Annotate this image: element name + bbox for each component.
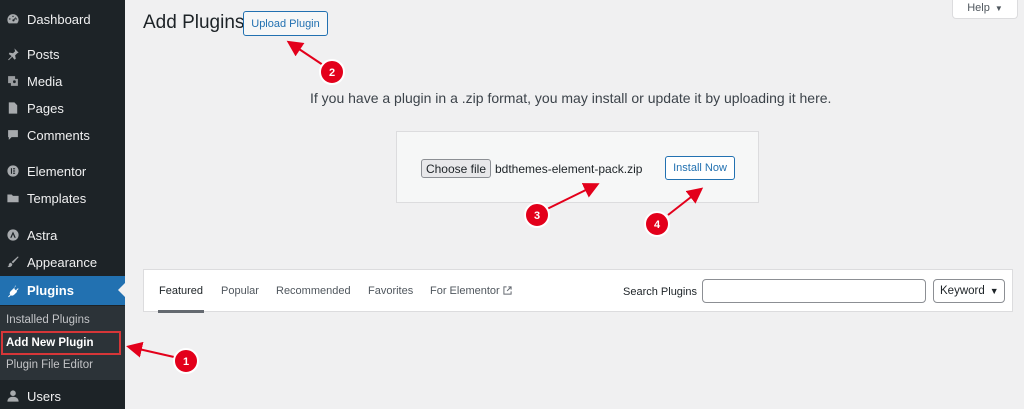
- sidebar-item-templates[interactable]: Templates: [0, 185, 125, 211]
- upload-hint-text: If you have a plugin in a .zip format, y…: [310, 90, 832, 106]
- sidebar-item-users[interactable]: Users: [0, 383, 125, 409]
- tab-favorites[interactable]: Favorites: [368, 285, 413, 297]
- sidebar-item-label: Appearance: [27, 254, 98, 270]
- sidebar-item-label: Comments: [27, 127, 90, 143]
- sidebar-item-appearance[interactable]: Appearance: [0, 249, 125, 275]
- sidebar-item-label: Posts: [27, 46, 60, 62]
- folder-icon: [6, 191, 20, 205]
- page-title: Add Plugins: [143, 12, 245, 33]
- annotation-badge-1: 1: [173, 348, 199, 374]
- external-link-icon: [503, 286, 512, 295]
- tab-for-elementor[interactable]: For Elementor: [430, 285, 512, 297]
- step-number: 3: [534, 210, 540, 222]
- sidebar-item-label: Elementor: [27, 163, 87, 179]
- help-button[interactable]: Help ▼: [952, 0, 1018, 19]
- help-label: Help: [967, 2, 990, 14]
- search-type-select[interactable]: Keyword ▼: [933, 279, 1005, 303]
- sidebar-item-label: Users: [27, 388, 61, 404]
- elementor-icon: [6, 164, 20, 178]
- tab-label: For Elementor: [430, 285, 500, 297]
- annotation-arrow-1: [126, 341, 175, 358]
- annotation-overlay: 1 2 3 4: [126, 40, 704, 374]
- annotation-highlight-box: [1, 331, 121, 355]
- sidebar-item-plugins[interactable]: Plugins: [0, 276, 125, 305]
- selected-file-name: bdthemes-element-pack.zip: [495, 162, 643, 176]
- tab-popular[interactable]: Popular: [221, 285, 259, 297]
- annotation-arrow-2: [286, 40, 324, 66]
- chevron-down-icon: ▼: [989, 286, 999, 296]
- step-number: 4: [654, 219, 661, 231]
- search-type-value: Keyword: [940, 285, 985, 297]
- submenu-item-plugin-file-editor[interactable]: Plugin File Editor: [6, 359, 93, 371]
- sidebar-item-label: Media: [27, 73, 63, 89]
- sidebar-item-media[interactable]: Media: [0, 68, 125, 94]
- sidebar-item-label: Templates: [27, 190, 87, 206]
- submenu-item-installed-plugins[interactable]: Installed Plugins: [6, 314, 90, 326]
- tab-recommended[interactable]: Recommended: [276, 285, 351, 297]
- upload-form: Choose file bdthemes-element-pack.zip In…: [396, 131, 759, 203]
- sidebar-item-comments[interactable]: Comments: [0, 122, 125, 148]
- choose-file-button[interactable]: Choose file: [421, 159, 491, 178]
- annotation-badge-2: 2: [319, 59, 345, 85]
- sidebar-item-dashboard[interactable]: Dashboard: [0, 6, 125, 32]
- sidebar-item-label: Astra: [27, 227, 58, 243]
- sidebar-item-pages[interactable]: Pages: [0, 95, 125, 121]
- sidebar-item-posts[interactable]: Posts: [0, 41, 125, 67]
- comment-icon: [6, 128, 20, 142]
- search-plugins-input[interactable]: [702, 279, 926, 303]
- user-icon: [6, 389, 20, 403]
- plugin-filter-bar: Featured Popular Recommended Favorites F…: [143, 269, 1013, 313]
- tab-featured[interactable]: Featured: [159, 285, 203, 297]
- dashboard-icon: [6, 12, 20, 26]
- sidebar-item-label: Dashboard: [27, 11, 91, 27]
- brush-icon: [6, 255, 20, 269]
- step-number: 2: [329, 67, 335, 79]
- active-indicator: [118, 283, 125, 297]
- caret-down-icon: ▼: [994, 3, 1003, 13]
- sidebar-item-label: Pages: [27, 100, 64, 116]
- upload-plugin-button[interactable]: Upload Plugin: [243, 11, 328, 36]
- annotation-badge-3: 3: [524, 202, 550, 228]
- annotation-badge-4: 4: [644, 211, 670, 237]
- install-now-button[interactable]: Install Now: [665, 156, 735, 180]
- step-number: 1: [183, 356, 189, 368]
- sidebar-item-label: Plugins: [27, 283, 74, 298]
- astra-icon: [6, 228, 20, 242]
- page-icon: [6, 101, 20, 115]
- media-icon: [6, 74, 20, 88]
- plug-icon: [6, 284, 20, 298]
- sidebar-item-astra[interactable]: Astra: [0, 222, 125, 248]
- search-plugins-label: Search Plugins: [623, 286, 697, 298]
- pin-icon: [6, 47, 20, 61]
- current-tab-indicator: [158, 310, 204, 313]
- sidebar-item-elementor[interactable]: Elementor: [0, 158, 125, 184]
